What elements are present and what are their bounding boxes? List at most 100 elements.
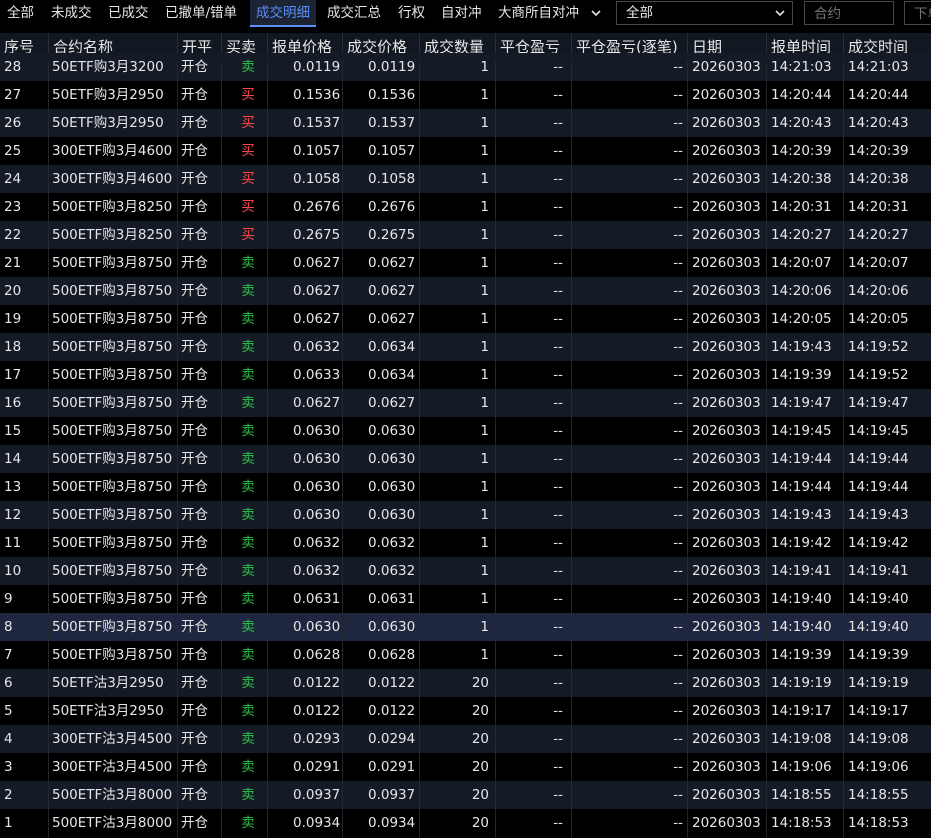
cell-date: 20260303 xyxy=(692,367,761,383)
cell-trade-price: 0.2676 xyxy=(368,199,416,215)
cell-open-close: 开仓 xyxy=(181,759,208,775)
cell-qty: 1 xyxy=(480,591,489,607)
cell-no: 23 xyxy=(4,199,22,215)
cell-contract-name: 500ETF购3月8750 xyxy=(52,283,173,299)
column-divider xyxy=(843,61,844,838)
cell-qty: 1 xyxy=(480,283,489,299)
tab-filled[interactable]: 已成交 xyxy=(108,0,149,27)
cell-no: 2 xyxy=(4,787,13,803)
table-row[interactable]: 11 500ETF购3月8750 开仓卖 0.0632 0.0632 1 -- -- 20260… xyxy=(0,529,931,557)
table-row[interactable]: 13 500ETF购3月8750 开仓卖 0.0630 0.0630 1 -- -- 20260… xyxy=(0,473,931,501)
table-row[interactable]: 7 500ETF购3月8750 开仓卖 0.0628 0.0628 1 -- -- 202603… xyxy=(0,641,931,669)
cell-trade-price: 0.0630 xyxy=(368,507,416,523)
cell-contract-name: 50ETF沽3月2950 xyxy=(52,703,164,719)
tab-trade-summary[interactable]: 成交汇总 xyxy=(327,0,381,27)
cell-order-time: 14:19:43 xyxy=(771,507,832,523)
table-row[interactable]: 12 500ETF购3月8750 开仓卖 0.0630 0.0630 1 -- -- 20260… xyxy=(0,501,931,529)
table-row[interactable]: 22 500ETF购3月8250 开仓买 0.2675 0.2675 1 -- -- 20260… xyxy=(0,221,931,249)
cell-contract-name: 500ETF购3月8750 xyxy=(52,311,173,327)
contract-search-input[interactable] xyxy=(804,1,894,25)
tab-exercise[interactable]: 行权 xyxy=(398,0,425,27)
table-row[interactable]: 4 300ETF沽3月4500 开仓卖 0.0293 0.0294 20 -- -- 20260… xyxy=(0,725,931,753)
tab-unfilled[interactable]: 未成交 xyxy=(51,0,92,27)
cell-open-close: 开仓 xyxy=(181,563,208,579)
cell-trade-time: 14:20:05 xyxy=(848,311,909,327)
cell-order-time: 14:19:47 xyxy=(771,395,832,411)
cell-open-close: 开仓 xyxy=(181,787,208,803)
cell-trade-time: 14:20:38 xyxy=(848,171,909,187)
table-row[interactable]: 23 500ETF购3月8250 开仓买 0.2676 0.2676 1 -- -- 20260… xyxy=(0,193,931,221)
cell-qty: 1 xyxy=(480,143,489,159)
table-row[interactable]: 24 300ETF购3月4600 开仓买 0.1058 0.1058 1 -- -- 20260… xyxy=(0,165,931,193)
table-row[interactable]: 16 500ETF购3月8750 开仓卖 0.0627 0.0627 1 -- -- 20260… xyxy=(0,389,931,417)
cell-date: 20260303 xyxy=(692,563,761,579)
table-row[interactable]: 20 500ETF购3月8750 开仓卖 0.0627 0.0627 1 -- -- 20260… xyxy=(0,277,931,305)
cell-pnl: -- xyxy=(553,507,563,523)
table-row[interactable]: 1 500ETF沽3月8000 开仓卖 0.0934 0.0934 20 -- -- 20260… xyxy=(0,809,931,837)
filter-dropdown-value: 全部 xyxy=(626,5,653,21)
table-row[interactable]: 9 500ETF购3月8750 开仓卖 0.0631 0.0631 1 -- -- 202603… xyxy=(0,585,931,613)
table-row[interactable]: 3 300ETF沽3月4500 开仓卖 0.0291 0.0291 20 -- -- 20260… xyxy=(0,753,931,781)
cell-open-close: 开仓 xyxy=(181,479,208,495)
table-row[interactable]: 10 500ETF购3月8750 开仓卖 0.0632 0.0632 1 -- -- 20260… xyxy=(0,557,931,585)
cell-order-price: 0.1058 xyxy=(293,171,341,187)
cell-date: 20260303 xyxy=(692,171,761,187)
cell-trade-price: 0.0634 xyxy=(368,367,416,383)
table-row[interactable]: 26 50ETF购3月2950 开仓买 0.1537 0.1537 1 -- -- 202603… xyxy=(0,109,931,137)
table-row[interactable]: 2 500ETF沽3月8000 开仓卖 0.0937 0.0937 20 -- -- 20260… xyxy=(0,781,931,809)
table-row[interactable]: 19 500ETF购3月8750 开仓卖 0.0627 0.0627 1 -- -- 20260… xyxy=(0,305,931,333)
cell-qty: 1 xyxy=(480,619,489,635)
tab-bar: 全部 未成交 已成交 已撤单/错单 成交明细 成交汇总 行权 自对冲 大商所自对… xyxy=(0,0,931,27)
cell-pnl: -- xyxy=(553,395,563,411)
table-row[interactable]: 5 50ETF沽3月2950 开仓卖 0.0122 0.0122 20 -- -- 202603… xyxy=(0,697,931,725)
column-divider xyxy=(221,61,222,838)
cell-trade-price: 0.0122 xyxy=(368,675,416,691)
cell-qty: 20 xyxy=(471,675,489,691)
table-row[interactable]: 21 500ETF购3月8750 开仓卖 0.0627 0.0627 1 -- -- 20260… xyxy=(0,249,931,277)
table-row[interactable]: 28 50ETF购3月3200 开仓卖 0.0119 0.0119 1 -- -- 202603… xyxy=(0,53,931,81)
table-row[interactable]: 25 300ETF购3月4600 开仓买 0.1057 0.1057 1 -- -- 20260… xyxy=(0,137,931,165)
table-row[interactable]: 8 500ETF购3月8750 开仓卖 0.0630 0.0630 1 -- -- 202603… xyxy=(0,613,931,641)
cell-trade-price: 0.0634 xyxy=(368,339,416,355)
filter-dropdown[interactable]: 全部 xyxy=(616,1,793,25)
cell-date: 20260303 xyxy=(692,451,761,467)
cell-qty: 1 xyxy=(480,535,489,551)
cell-open-close: 开仓 xyxy=(181,199,208,215)
table-row[interactable]: 15 500ETF购3月8750 开仓卖 0.0630 0.0630 1 -- -- 20260… xyxy=(0,417,931,445)
cell-order-time: 14:18:53 xyxy=(771,815,832,831)
cell-pnl-each: -- xyxy=(673,255,683,271)
cell-order-time: 14:19:06 xyxy=(771,759,832,775)
table-row[interactable]: 14 500ETF购3月8750 开仓卖 0.0630 0.0630 1 -- -- 20260… xyxy=(0,445,931,473)
table-row[interactable]: 17 500ETF购3月8750 开仓卖 0.0633 0.0634 1 -- -- 20260… xyxy=(0,361,931,389)
tab-all[interactable]: 全部 xyxy=(7,0,34,27)
cell-trade-price: 0.0632 xyxy=(368,563,416,579)
cell-trade-time: 14:20:06 xyxy=(848,283,909,299)
cell-order-time: 14:19:39 xyxy=(771,367,832,383)
table-row[interactable]: 27 50ETF购3月2950 开仓买 0.1536 0.1536 1 -- -- 202603… xyxy=(0,81,931,109)
tab-dce-self-hedge[interactable]: 大商所自对冲 xyxy=(498,0,579,27)
cell-qty: 20 xyxy=(471,703,489,719)
cell-date: 20260303 xyxy=(692,143,761,159)
cell-date: 20260303 xyxy=(692,479,761,495)
cell-open-close: 开仓 xyxy=(181,647,208,663)
table-row[interactable]: 6 50ETF沽3月2950 开仓卖 0.0122 0.0122 20 -- -- 202603… xyxy=(0,669,931,697)
cell-trade-time: 14:19:44 xyxy=(848,479,909,495)
cell-pnl-each: -- xyxy=(673,143,683,159)
cell-pnl: -- xyxy=(553,815,563,831)
cell-qty: 1 xyxy=(480,59,489,75)
tab-self-hedge[interactable]: 自对冲 xyxy=(441,0,482,27)
cell-no: 26 xyxy=(4,115,22,131)
cell-date: 20260303 xyxy=(692,115,761,131)
tab-trade-detail[interactable]: 成交明细 xyxy=(250,0,316,27)
cell-order-price: 0.0632 xyxy=(293,563,341,579)
cell-no: 20 xyxy=(4,283,22,299)
column-divider xyxy=(766,61,767,838)
cell-qty: 1 xyxy=(480,339,489,355)
tab-cancelled[interactable]: 已撤单/错单 xyxy=(165,0,237,27)
cell-open-close: 开仓 xyxy=(181,143,208,159)
cell-order-time: 14:19:45 xyxy=(771,423,832,439)
table-row[interactable]: 18 500ETF购3月8750 开仓卖 0.0632 0.0634 1 -- -- 20260… xyxy=(0,333,931,361)
order-search-input[interactable] xyxy=(904,1,931,25)
tabs-more-chevron-icon[interactable] xyxy=(589,0,603,27)
cell-pnl: -- xyxy=(553,759,563,775)
